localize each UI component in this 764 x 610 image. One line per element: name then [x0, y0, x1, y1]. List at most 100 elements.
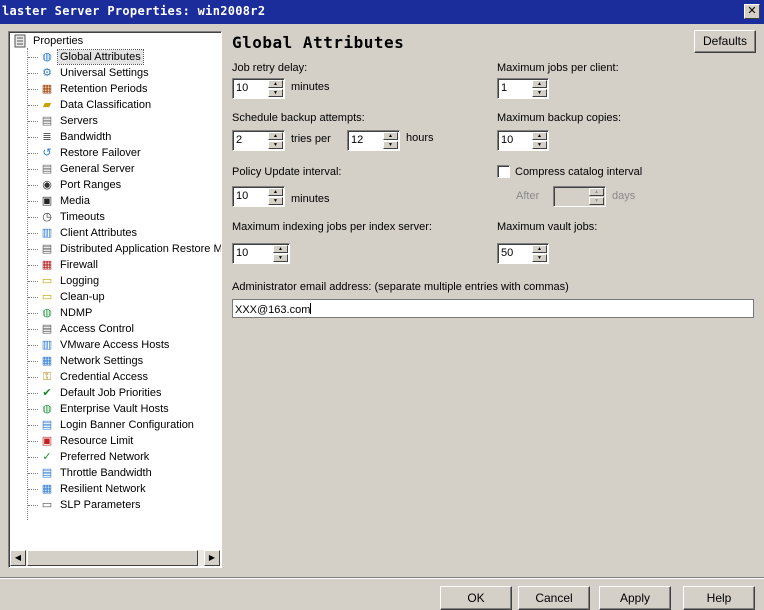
tree-item-ndmp[interactable]: ◍ NDMP: [28, 305, 94, 321]
tree-item-credential-access[interactable]: ⚿ Credential Access: [28, 369, 150, 385]
tree-root[interactable]: Properties: [12, 33, 85, 49]
help-button[interactable]: Help: [683, 586, 755, 610]
tree-item-clean-up[interactable]: ▭ Clean-up: [28, 289, 107, 305]
spin-up-icon[interactable]: ▲: [268, 80, 283, 88]
scroll-thumb[interactable]: [27, 550, 198, 566]
tree-connector: [28, 312, 38, 314]
tree-item-distributed-application-restore-map[interactable]: ▤ Distributed Application Restore Map: [28, 241, 222, 257]
tree-item-label: Throttle Bandwidth: [60, 467, 152, 479]
spin-up-icon[interactable]: ▲: [273, 245, 288, 253]
tree-connector: [28, 104, 38, 106]
job-retry-delay-value: 10: [236, 82, 249, 94]
apply-button[interactable]: Apply: [599, 586, 671, 610]
tree-item-access-control[interactable]: ▤ Access Control: [28, 321, 136, 337]
spin-down-icon[interactable]: ▼: [268, 89, 283, 97]
restore-failover-icon: ↺: [42, 147, 52, 159]
tree-connector: [28, 232, 38, 234]
text-caret: [310, 303, 312, 314]
tree-connector: [28, 344, 38, 346]
properties-tree[interactable]: Properties ◍ Global Attributes ⚙ Universal …: [8, 31, 222, 568]
spin-up-icon[interactable]: ▲: [532, 245, 547, 253]
tree-item-login-banner-configuration[interactable]: ▤ Login Banner Configuration: [28, 417, 196, 433]
ok-button[interactable]: OK: [440, 586, 512, 610]
scroll-right-button[interactable]: ▶: [204, 550, 220, 566]
client-icon: ▥: [41, 227, 53, 239]
spin-down-icon[interactable]: ▼: [532, 89, 547, 97]
spin-up-icon[interactable]: ▲: [532, 80, 547, 88]
settings-globe-icon: ⚙: [42, 67, 52, 79]
tree-item-logging[interactable]: ▭ Logging: [28, 273, 101, 289]
close-button[interactable]: ✕: [744, 4, 760, 19]
tree-item-client-attributes[interactable]: ▥ Client Attributes: [28, 225, 139, 241]
tree-connector: [28, 472, 38, 474]
log-folder-icon: ▭: [41, 275, 53, 287]
max-backup-copies-value: 10: [501, 134, 514, 146]
spin-up-icon[interactable]: ▲: [383, 132, 398, 140]
tree-item-preferred-network[interactable]: ✓ Preferred Network: [28, 449, 151, 465]
tree-item-universal-settings[interactable]: ⚙ Universal Settings: [28, 65, 151, 81]
tree-item-data-classification[interactable]: ▰ Data Classification: [28, 97, 153, 113]
tree-item-network-settings[interactable]: ▦ Network Settings: [28, 353, 145, 369]
compress-catalog-checkbox[interactable]: [497, 165, 510, 178]
tree-item-bandwidth[interactable]: ≣ Bandwidth: [28, 129, 113, 145]
tree-item-firewall[interactable]: ▦ Firewall: [28, 257, 100, 273]
max-jobs-per-client-spinner[interactable]: 1 ▲ ▼: [497, 78, 549, 99]
tree-item-default-job-priorities[interactable]: ✔ Default Job Priorities: [28, 385, 164, 401]
spin-down-icon[interactable]: ▼: [532, 254, 547, 262]
tree-item-label: Universal Settings: [60, 67, 149, 79]
tree-item-general-server[interactable]: ▤ General Server: [28, 161, 137, 177]
tree-connector: [28, 248, 38, 250]
policy-update-interval-unit: minutes: [291, 193, 330, 205]
footer-separator: [0, 577, 764, 579]
tree-item-label: Distributed Application Restore Map: [60, 243, 222, 255]
defaults-button[interactable]: Defaults: [694, 30, 756, 53]
tree-connector: [28, 88, 38, 90]
tree-item-global-attributes[interactable]: ◍ Global Attributes: [28, 49, 144, 65]
policy-update-interval-spinner[interactable]: 10 ▲ ▼: [232, 186, 285, 207]
max-vault-jobs-spinner[interactable]: 50 ▲ ▼: [497, 243, 549, 264]
spin-up-icon[interactable]: ▲: [268, 188, 283, 196]
tree-item-label: Firewall: [60, 259, 98, 271]
tree-connector: [28, 200, 38, 202]
spin-down-icon[interactable]: ▼: [532, 141, 547, 149]
spin-down-icon[interactable]: ▼: [268, 197, 283, 205]
scroll-left-button[interactable]: ◀: [10, 550, 26, 566]
tree-connector: [28, 152, 38, 154]
spin-up-icon[interactable]: ▲: [532, 132, 547, 140]
tree-item-label: Servers: [60, 115, 98, 127]
tree-connector: [28, 216, 38, 218]
tree-item-restore-failover[interactable]: ↺ Restore Failover: [28, 145, 143, 161]
tree-horizontal-scrollbar[interactable]: ◀ ▶: [10, 550, 220, 566]
max-indexing-jobs-spinner[interactable]: 10 ▲ ▼: [232, 243, 290, 264]
tree-item-resource-limit[interactable]: ▣ Resource Limit: [28, 433, 135, 449]
compress-days-spinner[interactable]: ▲ ▼: [553, 186, 606, 207]
schedule-hours-spinner[interactable]: 12 ▲ ▼: [347, 130, 400, 151]
tree-item-media[interactable]: ▣ Media: [28, 193, 92, 209]
tree-item-label: Bandwidth: [60, 131, 112, 143]
tree-item-throttle-bandwidth[interactable]: ▤ Throttle Bandwidth: [28, 465, 154, 481]
admin-email-input[interactable]: XXX@163.com: [232, 299, 754, 318]
tree-item-port-ranges[interactable]: ◉ Port Ranges: [28, 177, 123, 193]
tree-item-enterprise-vault-hosts[interactable]: ◍ Enterprise Vault Hosts: [28, 401, 171, 417]
spin-up-icon[interactable]: ▲: [268, 132, 283, 140]
media-tape-icon: ▣: [41, 195, 53, 207]
spin-down-icon[interactable]: ▼: [589, 197, 604, 205]
max-jobs-per-client-label: Maximum jobs per client:: [497, 62, 619, 74]
spin-down-icon[interactable]: ▼: [268, 141, 283, 149]
max-backup-copies-spinner[interactable]: 10 ▲ ▼: [497, 130, 549, 151]
spin-down-icon[interactable]: ▼: [273, 254, 288, 262]
tree-item-timeouts[interactable]: ◷ Timeouts: [28, 209, 107, 225]
tree-item-retention-periods[interactable]: ▦ Retention Periods: [28, 81, 149, 97]
clock-icon: ◷: [42, 211, 52, 223]
spin-down-icon[interactable]: ▼: [383, 141, 398, 149]
tree-item-slp-parameters[interactable]: ▭ SLP Parameters: [28, 497, 143, 513]
job-retry-delay-spinner[interactable]: 10 ▲ ▼: [232, 78, 285, 99]
tree-connector: [28, 168, 38, 170]
cancel-button[interactable]: Cancel: [518, 586, 590, 610]
spin-up-icon[interactable]: ▲: [589, 188, 604, 196]
tree-item-vmware-access-hosts[interactable]: ▥ VMware Access Hosts: [28, 337, 171, 353]
tree-item-servers[interactable]: ▤ Servers: [28, 113, 100, 129]
server-icon: ▤: [41, 163, 53, 175]
tree-item-resilient-network[interactable]: ▦ Resilient Network: [28, 481, 148, 497]
schedule-tries-spinner[interactable]: 2 ▲ ▼: [232, 130, 285, 151]
